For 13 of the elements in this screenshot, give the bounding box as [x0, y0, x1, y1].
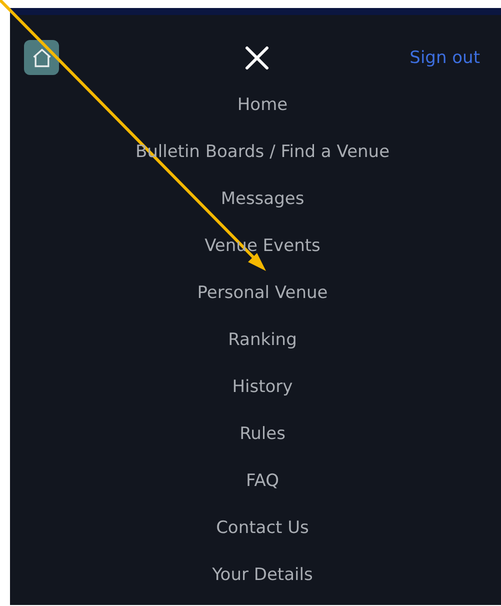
- menu-item[interactable]: Ranking: [228, 317, 297, 364]
- menu-item[interactable]: Messages: [220, 176, 304, 223]
- menu-item[interactable]: History: [232, 364, 293, 411]
- menu-item[interactable]: Rules: [240, 411, 286, 458]
- close-icon: [244, 44, 270, 70]
- sign-out-link[interactable]: Sign out: [410, 48, 480, 68]
- menu-item[interactable]: Your Details: [212, 552, 313, 599]
- menu-item[interactable]: FAQ: [246, 458, 279, 505]
- menu-item[interactable]: Contact Us: [216, 505, 309, 552]
- home-button[interactable]: [24, 40, 59, 75]
- menu-item[interactable]: Personal Venue: [197, 270, 328, 317]
- home-icon: [30, 46, 52, 68]
- menu-item[interactable]: Home: [237, 82, 288, 129]
